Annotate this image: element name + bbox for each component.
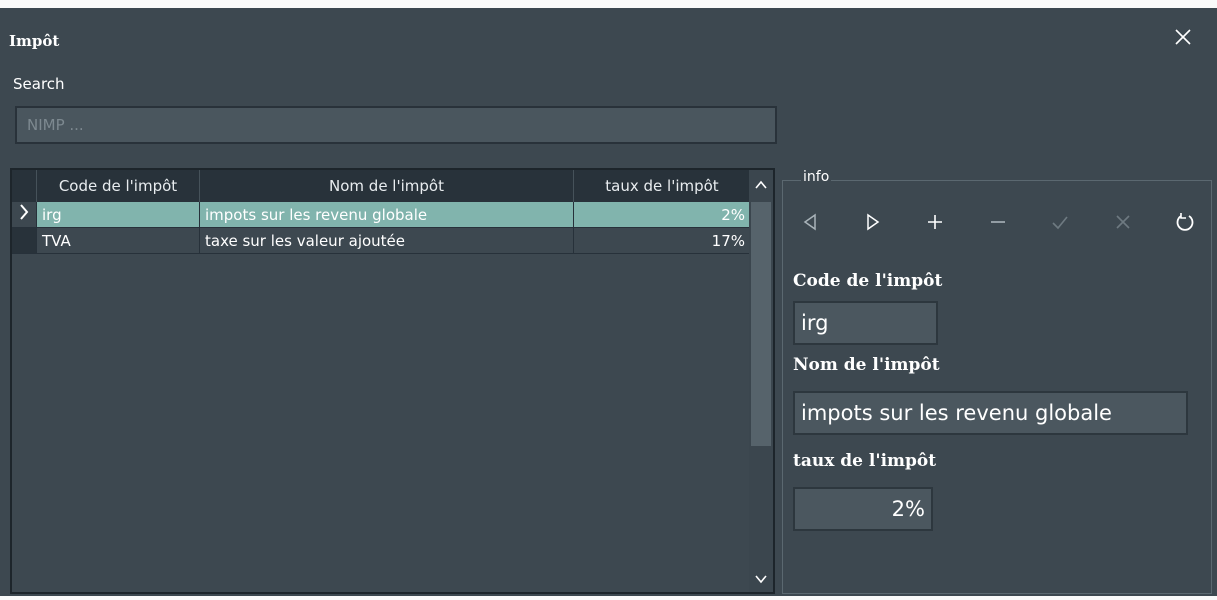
cell-code[interactable]: irg (37, 202, 200, 228)
column-header-code[interactable]: Code de l'impôt (37, 170, 200, 202)
cell-code[interactable]: TVA (37, 228, 200, 254)
taux-field[interactable]: 2% (793, 487, 933, 531)
record-navigator (795, 207, 1200, 237)
check-icon[interactable] (1045, 207, 1075, 237)
minus-icon[interactable] (983, 207, 1013, 237)
row-selector-icon (12, 202, 37, 228)
nom-field[interactable]: impots sur les revenu globale (793, 391, 1188, 435)
tax-grid: Code de l'impôt Nom de l'impôt taux de l… (10, 168, 775, 594)
column-header-nom[interactable]: Nom de l'impôt (200, 170, 574, 202)
info-legend: info (801, 169, 832, 185)
search-label: Search (13, 75, 65, 93)
cell-nom[interactable]: impots sur les revenu globale (200, 202, 574, 228)
impot-dialog: Impôt Search Code de l'impôt Nom de l'im… (0, 8, 1217, 596)
cancel-icon[interactable] (1108, 207, 1138, 237)
cell-nom[interactable]: taxe sur les valeur ajoutée (200, 228, 574, 254)
search-input[interactable] (15, 106, 777, 144)
info-groupbox: info Code de l'impôt irg Nom de l'impôt … (782, 169, 1212, 594)
column-header-taux[interactable]: taux de l'impôt (574, 170, 751, 202)
cell-taux[interactable]: 17% (574, 228, 751, 254)
cell-taux[interactable]: 2% (574, 202, 751, 228)
refresh-icon[interactable] (1170, 207, 1200, 237)
close-icon[interactable] (1171, 25, 1195, 49)
plus-icon[interactable] (920, 207, 950, 237)
grid-header: Code de l'impôt Nom de l'impôt taux de l… (12, 170, 751, 202)
table-row[interactable]: TVA taxe sur les valeur ajoutée 17% (12, 228, 751, 254)
code-label: Code de l'impôt (793, 271, 943, 291)
table-row[interactable]: irg impots sur les revenu globale 2% (12, 202, 751, 228)
next-icon[interactable] (858, 207, 888, 237)
chevron-up-icon[interactable] (749, 172, 773, 198)
vertical-scrollbar[interactable] (749, 170, 773, 592)
dialog-title: Impôt (9, 32, 60, 50)
chevron-down-icon[interactable] (749, 566, 773, 592)
prev-icon[interactable] (795, 207, 825, 237)
code-field[interactable]: irg (793, 301, 938, 345)
row-indicator-header (12, 170, 37, 202)
scrollbar-thumb[interactable] (751, 202, 771, 446)
nom-label: Nom de l'impôt (793, 355, 940, 375)
taux-label: taux de l'impôt (793, 451, 937, 471)
row-indicator (12, 228, 37, 254)
